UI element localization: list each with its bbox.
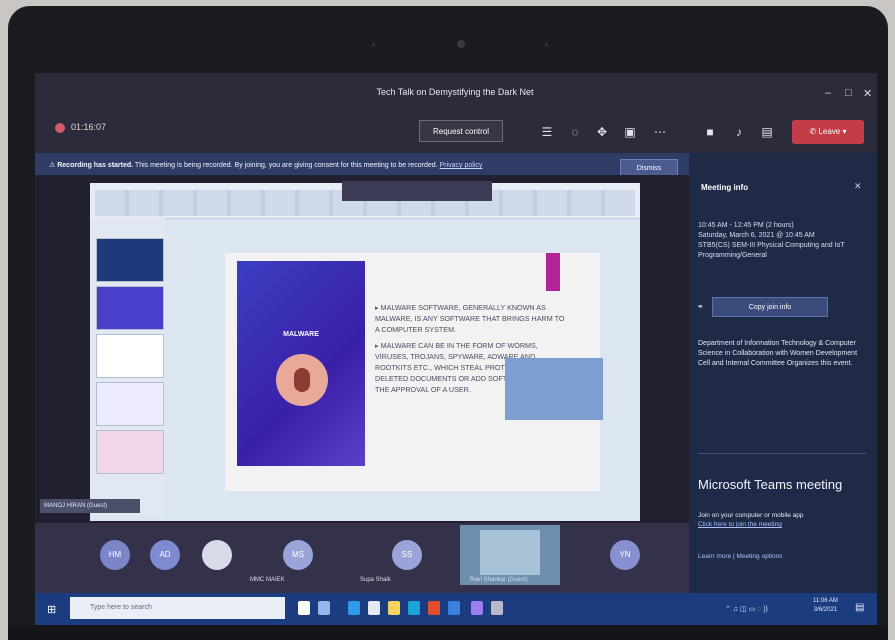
rooms-icon[interactable]: ▣: [623, 125, 637, 139]
chat-icon[interactable]: ◌: [568, 125, 582, 139]
warning-icon: ⚠: [49, 162, 58, 169]
close-window-icon[interactable]: ✕: [863, 87, 872, 100]
participant-name: MMC MAIEK: [250, 577, 285, 583]
slide-thumbnail[interactable]: [96, 430, 164, 474]
screen-share-bar: [342, 181, 492, 201]
word-icon[interactable]: [448, 601, 460, 615]
taskbar-search-input[interactable]: Type here to search: [70, 597, 285, 619]
copy-join-info-button[interactable]: Copy join info: [712, 297, 828, 317]
participants-icon[interactable]: ☰: [540, 125, 554, 139]
bug-icon: [276, 354, 328, 406]
panel-divider: [698, 453, 866, 454]
participant-video[interactable]: [460, 525, 560, 585]
teams-screen: Tech Talk on Demystifying the Dark Net –…: [35, 73, 877, 625]
maximize-icon[interactable]: □: [845, 87, 852, 99]
more-actions-icon[interactable]: ⋯: [653, 125, 667, 139]
recording-started-label: Recording has started.: [57, 162, 134, 169]
participant-avatar[interactable]: [202, 540, 232, 570]
leave-label: Leave: [818, 127, 841, 136]
slide-thumbnail[interactable]: [96, 334, 164, 378]
file-explorer-icon[interactable]: [388, 601, 400, 615]
slide-image-panel: MALWARE: [237, 261, 365, 466]
webcam: [457, 40, 465, 48]
minimize-icon[interactable]: –: [825, 87, 831, 99]
meeting-timer: 01:16:07: [71, 122, 107, 132]
slide-title: MALWARE: [283, 331, 319, 338]
participant-name: Ravi Shankar (Guest): [470, 577, 528, 583]
participant-avatar[interactable]: YN: [610, 540, 640, 570]
link-icon: ⚭: [697, 302, 704, 311]
slide-bullet: ▸ MALWARE SOFTWARE, GENERALLY KNOWN AS M…: [375, 303, 565, 334]
request-control-button[interactable]: Request control: [419, 120, 503, 142]
recording-notice: This meeting is being recorded. By joini…: [134, 162, 438, 169]
participant-avatar[interactable]: AD: [150, 540, 180, 570]
participant-name: Supa Shaik: [360, 577, 391, 583]
camera-icon[interactable]: ■: [703, 125, 717, 139]
shield-icon: [55, 123, 65, 133]
event-description: Department of Information Technology & C…: [698, 340, 858, 367]
notifications-icon[interactable]: ▤: [855, 602, 864, 613]
participant-avatar[interactable]: SS: [392, 540, 422, 570]
system-tray[interactable]: ⌃ ♫ ◫ ▭ ◌ )): [725, 605, 768, 613]
edge-icon[interactable]: [348, 601, 360, 615]
meeting-options-links[interactable]: Learn more | Meeting options: [698, 553, 782, 560]
recording-banner-text: ⚠ Recording has started. This meeting is…: [49, 161, 482, 169]
leave-button[interactable]: ✆ Leave ▾: [792, 120, 864, 144]
mic-off-icon[interactable]: ♪: [732, 125, 746, 139]
join-info: Join on your computer or mobile app Clic…: [698, 511, 866, 529]
reactions-icon[interactable]: ✥: [595, 125, 609, 139]
teams-meeting-heading: Microsoft Teams meeting: [698, 477, 843, 492]
join-link[interactable]: Click here to join the meeting: [698, 520, 866, 529]
task-view-icon[interactable]: [298, 601, 310, 615]
participant-avatar[interactable]: HM: [100, 540, 130, 570]
powerpoint-icon[interactable]: [428, 601, 440, 615]
sensor-dot-right: [545, 43, 548, 46]
slide-thumbnail[interactable]: [96, 238, 164, 282]
self-view-tile: [505, 358, 603, 420]
close-icon[interactable]: ✕: [854, 181, 862, 192]
meeting-time-info: 10:45 AM - 12:45 PM (2 hours) Saturday, …: [698, 222, 845, 259]
share-screen-icon[interactable]: ▤: [760, 125, 774, 139]
title-bar: Tech Talk on Demystifying the Dark Net –…: [35, 73, 877, 113]
teams-icon[interactable]: [471, 601, 483, 615]
slide-thumbnails: [90, 218, 165, 516]
accent-bar: [546, 253, 560, 291]
participant-avatar[interactable]: MS: [283, 540, 313, 570]
taskbar-clock[interactable]: 11:06 AM 3/6/2021: [813, 597, 838, 615]
shared-powerpoint: MALWARE ▸ MALWARE SOFTWARE, GENERALLY KN…: [90, 181, 640, 521]
laptop-bottom: [8, 625, 888, 640]
panel-title: Meeting info: [701, 183, 749, 192]
people-icon[interactable]: [318, 601, 330, 615]
windows-start-icon[interactable]: ⊞: [47, 603, 56, 616]
slide-thumbnail[interactable]: [96, 286, 164, 330]
slide-thumbnail[interactable]: [96, 382, 164, 426]
store-icon[interactable]: [408, 601, 420, 615]
privacy-policy-link[interactable]: Privacy policy: [440, 162, 483, 169]
app-icon[interactable]: [491, 601, 503, 615]
sensor-dot-left: [372, 43, 375, 46]
window-title: Tech Talk on Demystifying the Dark Net: [376, 87, 534, 97]
mail-icon[interactable]: [368, 601, 380, 615]
presenter-name: MANOJ HIRAN (Guest): [40, 499, 140, 513]
